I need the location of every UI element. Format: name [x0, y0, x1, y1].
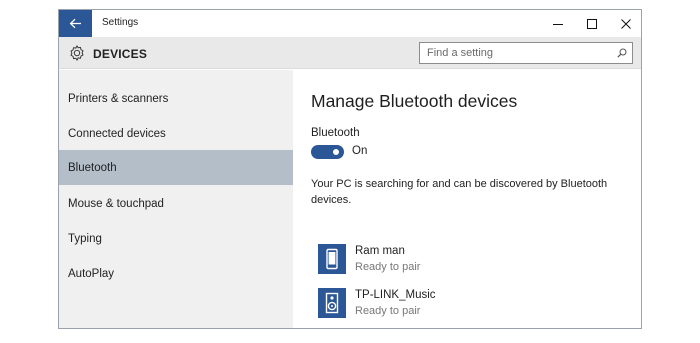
settings-header: DEVICES: [59, 37, 641, 69]
device-item[interactable]: TP-LINK_Music Ready to pair: [318, 288, 598, 324]
sidebar-item-label: AutoPlay: [68, 267, 115, 280]
phone-icon: [326, 248, 338, 270]
title-bar: Settings: [59, 10, 641, 37]
device-icon-tile: [318, 288, 346, 318]
search-icon: [617, 48, 627, 58]
settings-window: Settings DEVICES Printers: [58, 9, 642, 329]
sidebar-item-label: Bluetooth: [68, 161, 117, 174]
close-icon: [621, 18, 631, 29]
device-name: TP-LINK_Music: [355, 289, 436, 301]
minimize-button[interactable]: [541, 10, 575, 37]
device-icon-tile: [318, 244, 346, 274]
sidebar-item-label: Typing: [68, 232, 102, 245]
maximize-button[interactable]: [575, 10, 609, 37]
sidebar-item-mouse-touchpad[interactable]: Mouse & touchpad: [59, 186, 293, 221]
sidebar-item-label: Printers & scanners: [68, 92, 169, 105]
back-button[interactable]: [59, 10, 92, 37]
search-input[interactable]: [420, 43, 612, 63]
search-button[interactable]: [612, 43, 632, 63]
toggle-state-label: On: [352, 145, 368, 157]
section-title: DEVICES: [93, 47, 148, 61]
sidebar-item-bluetooth[interactable]: Bluetooth: [59, 150, 293, 185]
speaker-icon: [325, 292, 339, 314]
toggle-knob: [333, 149, 339, 155]
sidebar: Printers & scanners Connected devices Bl…: [59, 70, 293, 328]
sidebar-item-typing[interactable]: Typing: [59, 221, 293, 256]
maximize-icon: [587, 18, 597, 29]
device-name: Ram man: [355, 245, 405, 257]
page-title: Manage Bluetooth devices: [311, 91, 518, 111]
back-arrow-icon: [69, 18, 81, 29]
window-title: Settings: [102, 17, 139, 28]
search-box[interactable]: [419, 42, 633, 64]
discovery-description: Your PC is searching for and can be disc…: [311, 178, 608, 206]
bluetooth-label: Bluetooth: [311, 127, 360, 139]
sidebar-item-connected-devices[interactable]: Connected devices: [59, 116, 293, 151]
sidebar-item-autoplay[interactable]: AutoPlay: [59, 256, 293, 291]
main-content: Manage Bluetooth devices Bluetooth On Yo…: [293, 70, 641, 328]
device-status: Ready to pair: [355, 261, 421, 273]
sidebar-item-printers-scanners[interactable]: Printers & scanners: [59, 81, 293, 116]
gear-icon: [70, 45, 84, 61]
close-button[interactable]: [609, 10, 641, 37]
minimize-icon: [553, 23, 563, 25]
device-item[interactable]: Ram man Ready to pair: [318, 244, 598, 280]
sidebar-item-label: Mouse & touchpad: [68, 197, 164, 210]
bluetooth-toggle[interactable]: [311, 145, 344, 159]
device-status: Ready to pair: [355, 305, 421, 317]
sidebar-item-label: Connected devices: [68, 127, 166, 140]
